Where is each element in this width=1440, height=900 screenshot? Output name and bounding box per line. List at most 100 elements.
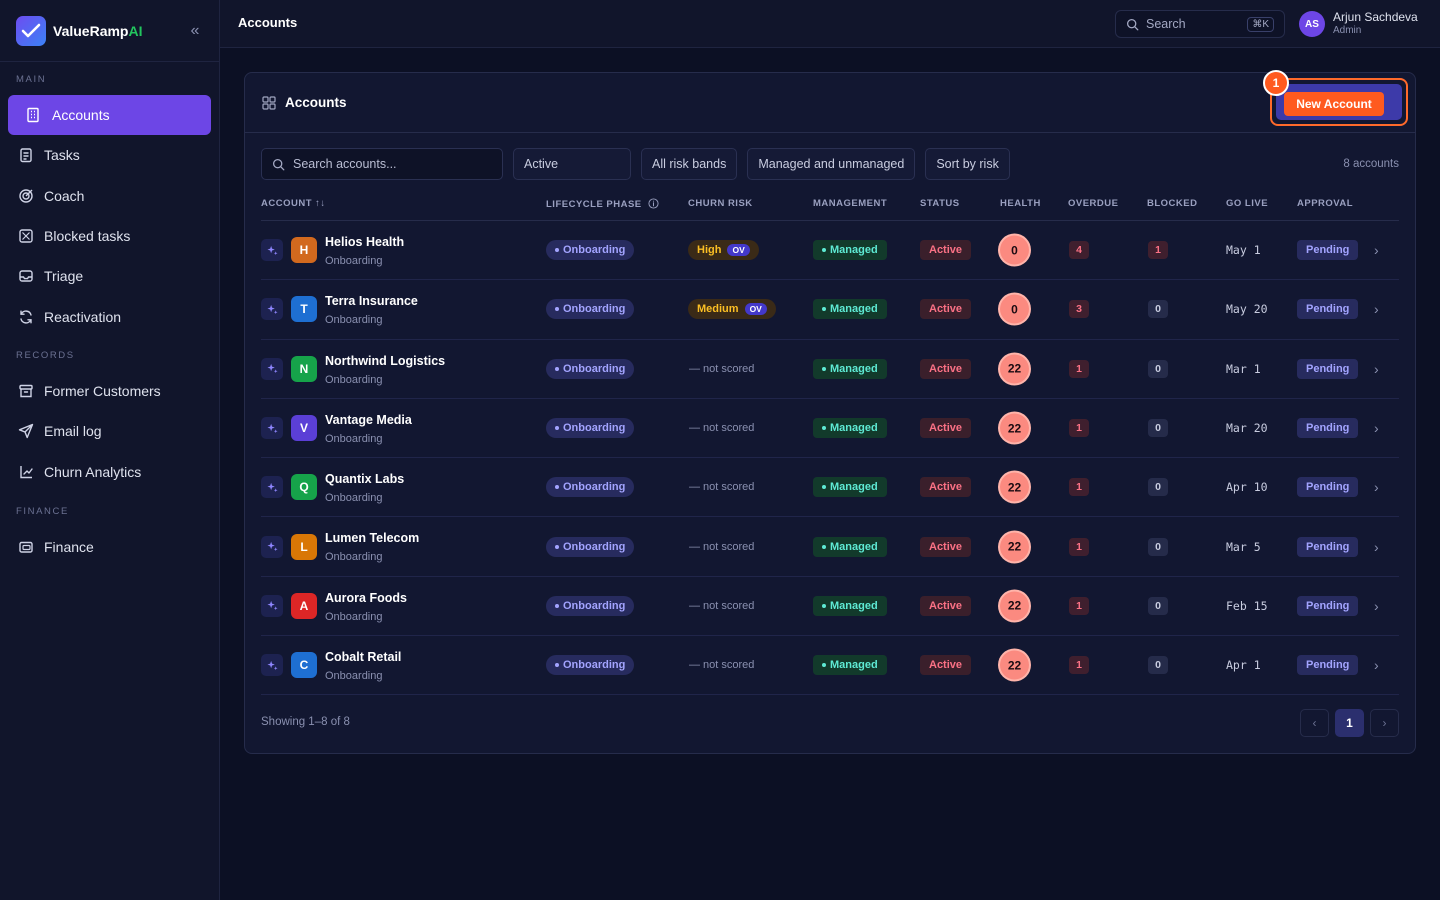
sparkle-icon[interactable]: [261, 357, 283, 380]
table-row[interactable]: A Aurora Foods Onboarding Onboarding — n…: [261, 577, 1399, 637]
account-name[interactable]: Cobalt Retail: [325, 650, 401, 664]
lifecycle-filter[interactable]: Active: [513, 148, 631, 180]
churn-risk-not-scored: — not scored: [689, 659, 755, 672]
sidebar-item-finance[interactable]: Finance: [8, 527, 211, 567]
sidebar-item-coach[interactable]: Coach: [8, 176, 211, 216]
approval-badge: Pending: [1297, 595, 1359, 616]
approval-badge: Pending: [1297, 655, 1359, 676]
account-name[interactable]: Terra Insurance: [325, 294, 418, 308]
account-name[interactable]: Vantage Media: [325, 413, 412, 427]
account-search-input[interactable]: Search accounts...: [261, 148, 503, 180]
table-row[interactable]: N Northwind Logistics Onboarding Onboard…: [261, 340, 1399, 399]
global-search-input[interactable]: Search ⌘K: [1115, 10, 1285, 38]
col-account[interactable]: ACCOUNT ↑↓: [261, 198, 326, 209]
churn-risk-badge: High OV: [688, 240, 759, 261]
account-subtitle: Onboarding: [325, 432, 383, 445]
account-name[interactable]: Lumen Telecom: [325, 531, 419, 545]
user-avatar[interactable]: AS: [1299, 11, 1325, 37]
user-name[interactable]: Arjun Sachdeva: [1333, 10, 1418, 24]
chevron-right-icon[interactable]: ›: [1374, 598, 1379, 614]
sidebar-item-accounts[interactable]: Accounts: [8, 95, 211, 135]
brand-logo-icon[interactable]: [16, 15, 46, 46]
status-badge: Active: [920, 595, 972, 616]
table-row[interactable]: H Helios Health Onboarding Onboarding Hi…: [261, 221, 1399, 281]
management-filter[interactable]: Managed and unmanaged: [747, 148, 916, 180]
table-row[interactable]: C Cobalt Retail Onboarding Onboarding — …: [261, 636, 1399, 696]
chevron-right-icon[interactable]: ›: [1374, 361, 1379, 377]
blocked-icon: [18, 228, 34, 244]
table-row[interactable]: T Terra Insurance Onboarding Onboarding …: [261, 280, 1399, 340]
section-label-records: RECORDS: [16, 350, 75, 361]
account-avatar: N: [291, 355, 317, 382]
sparkle-icon[interactable]: [261, 239, 283, 262]
chevron-right-icon[interactable]: ›: [1374, 420, 1379, 436]
sparkle-icon[interactable]: [261, 535, 283, 558]
churn-risk-not-scored: — not scored: [689, 422, 755, 435]
col-health: HEALTH: [1000, 198, 1041, 209]
sidebar-item-churn-analytics[interactable]: Churn Analytics: [8, 452, 211, 492]
approval-badge: Pending: [1297, 536, 1359, 557]
lifecycle-badge: Onboarding: [546, 240, 635, 261]
overdue-count: 1: [1069, 359, 1089, 378]
chevron-right-icon[interactable]: ›: [1374, 242, 1379, 258]
health-score: 22: [1000, 472, 1029, 502]
management-badge: Managed: [813, 358, 887, 379]
table-header: ACCOUNT ↑↓ LIFECYCLE PHASE CHURN RISK MA…: [261, 191, 1399, 221]
global-search-label: Search: [1146, 17, 1186, 31]
go-live-date: Apr 1: [1226, 658, 1261, 673]
page-title: Accounts: [238, 15, 298, 30]
approval-badge: Pending: [1297, 240, 1359, 261]
status-badge: Active: [920, 240, 972, 261]
next-page-button[interactable]: ›: [1370, 709, 1399, 737]
sidebar-item-tasks[interactable]: Tasks: [8, 135, 211, 175]
sparkle-icon[interactable]: [261, 594, 283, 617]
churn-risk-badge: Medium OV: [688, 299, 776, 320]
prev-page-button[interactable]: ‹: [1300, 709, 1329, 737]
sparkle-icon[interactable]: [261, 417, 283, 440]
sidebar-item-blocked-tasks[interactable]: Blocked tasks: [8, 216, 211, 256]
sidebar-item-former-customers[interactable]: Former Customers: [8, 371, 211, 411]
sparkle-icon[interactable]: [261, 654, 283, 677]
chevron-right-icon[interactable]: ›: [1374, 539, 1379, 555]
page-1-button[interactable]: 1: [1335, 709, 1364, 737]
account-subtitle: Onboarding: [325, 670, 383, 683]
lifecycle-badge: Onboarding: [546, 299, 635, 320]
sparkle-icon[interactable]: [261, 476, 283, 499]
health-score: 0: [1000, 294, 1029, 324]
account-name[interactable]: Aurora Foods: [325, 591, 407, 605]
sparkle-icon[interactable]: [261, 298, 283, 321]
table-row[interactable]: Q Quantix Labs Onboarding Onboarding — n…: [261, 458, 1399, 518]
chevron-right-icon[interactable]: ›: [1374, 301, 1379, 317]
table-row[interactable]: L Lumen Telecom Onboarding Onboarding — …: [261, 517, 1399, 577]
sort-select[interactable]: Sort by risk: [925, 148, 1010, 180]
new-account-button[interactable]: New Account: [1284, 92, 1384, 116]
sidebar-item-triage[interactable]: Triage: [8, 256, 211, 296]
health-score: 22: [1000, 354, 1029, 384]
brand-name: ValueRampAI: [53, 23, 142, 39]
chevron-right-icon[interactable]: ›: [1374, 657, 1379, 673]
account-avatar: T: [291, 296, 317, 323]
sidebar-item-email-log[interactable]: Email log: [8, 411, 211, 451]
account-name[interactable]: Northwind Logistics: [325, 354, 445, 368]
lifecycle-badge: Onboarding: [546, 655, 635, 676]
col-golive: GO LIVE: [1226, 198, 1269, 209]
chevron-right-icon[interactable]: ›: [1374, 479, 1379, 495]
sidebar-item-label: Email log: [44, 423, 102, 440]
approval-badge: Pending: [1297, 358, 1359, 379]
account-name[interactable]: Helios Health: [325, 235, 404, 249]
sidebar-item-label: Accounts: [52, 107, 110, 123]
accounts-table: ACCOUNT ↑↓ LIFECYCLE PHASE CHURN RISK MA…: [261, 191, 1399, 696]
send-icon: [18, 423, 34, 439]
management-badge: Managed: [813, 240, 887, 261]
info-icon[interactable]: [648, 198, 659, 209]
table-row[interactable]: V Vantage Media Onboarding Onboarding — …: [261, 399, 1399, 459]
collapse-sidebar-icon[interactable]: «: [187, 22, 203, 40]
risk-band-filter[interactable]: All risk bands: [641, 148, 738, 180]
sidebar-item-reactivation[interactable]: Reactivation: [8, 297, 211, 337]
override-tag: OV: [727, 244, 750, 257]
account-name[interactable]: Quantix Labs: [325, 472, 404, 486]
sidebar-item-label: Triage: [44, 268, 84, 285]
sidebar-item-label: Tasks: [44, 147, 80, 164]
go-live-date: Feb 15: [1226, 598, 1268, 613]
account-avatar: C: [291, 652, 317, 679]
